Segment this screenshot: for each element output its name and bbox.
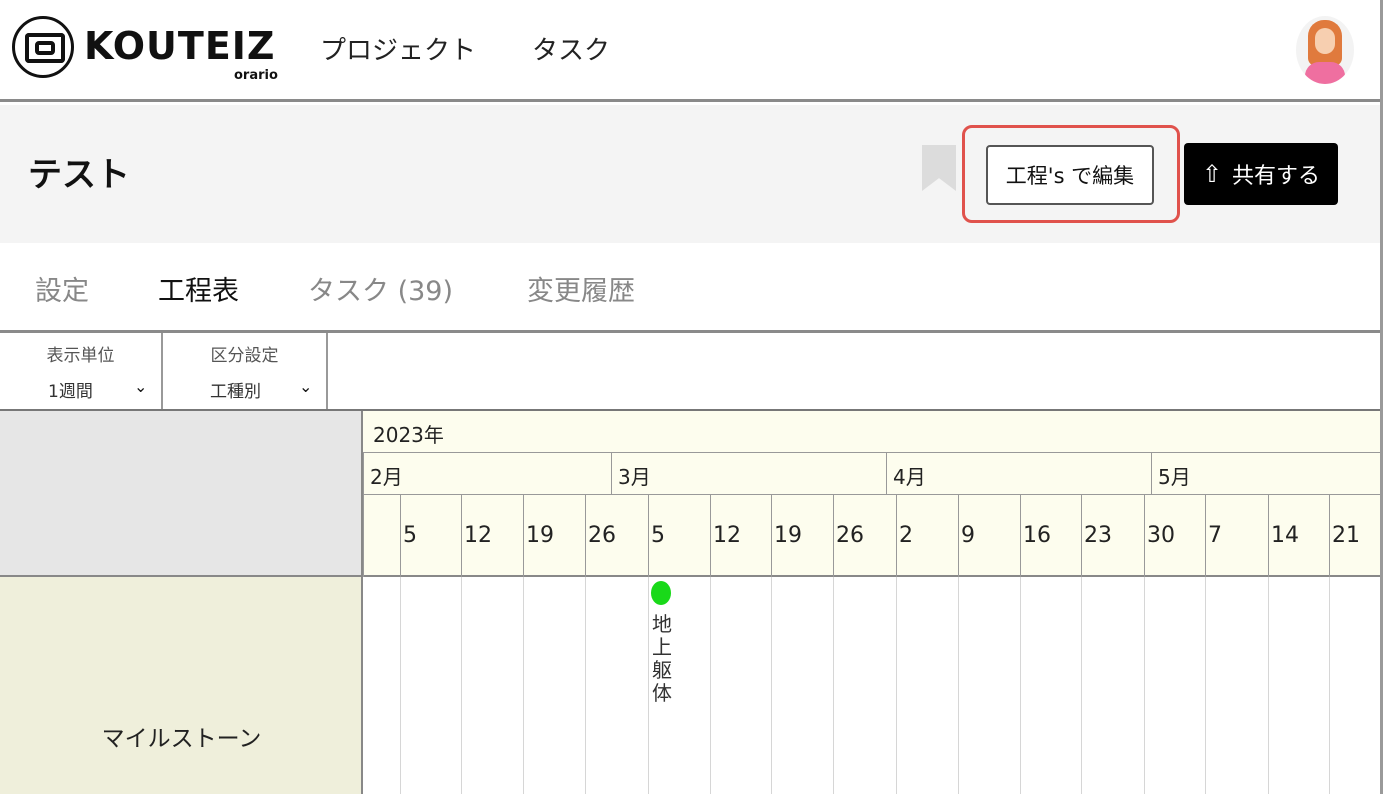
project-title-bar: テスト 工程's で編集 ⇧ 共有する xyxy=(0,105,1383,243)
milestone-marker[interactable] xyxy=(651,581,671,605)
tab-schedule[interactable]: 工程表 xyxy=(158,269,239,308)
week-cell: 2 xyxy=(896,495,958,577)
week-cell xyxy=(363,495,400,577)
week-label: 9 xyxy=(961,523,975,548)
grid-line xyxy=(1268,577,1269,794)
grid-line xyxy=(1205,577,1206,794)
grid-line xyxy=(400,577,401,794)
week-cell: 12 xyxy=(710,495,771,577)
logo-mark-icon xyxy=(12,16,74,78)
grid-line xyxy=(523,577,524,794)
bookmark-icon[interactable] xyxy=(922,145,956,191)
grid-line xyxy=(833,577,834,794)
category-setting-select[interactable]: 区分設定 工種別 ⌄ xyxy=(163,333,328,409)
kouteiz-logo[interactable]: KOUTEIZ orario xyxy=(12,16,282,88)
tab-tasks[interactable]: タスク (39) xyxy=(308,269,453,308)
grid-line xyxy=(1020,577,1021,794)
share-button-label: 共有する xyxy=(1232,164,1321,189)
edit-in-kouteis-button[interactable]: 工程's で編集 xyxy=(986,145,1154,205)
week-cell: 14 xyxy=(1268,495,1329,577)
month-cell: 5月 xyxy=(1151,453,1383,495)
month-cell: 3月 xyxy=(611,453,886,495)
week-label: 2 xyxy=(899,523,913,548)
gantt-timeline-header: 2023年 2月 3月 4月 5月 5 12 19 26 5 12 19 26 … xyxy=(363,411,1383,577)
week-label: 5 xyxy=(651,523,665,548)
category-setting-value: 工種別 xyxy=(210,382,261,402)
page-title: テスト xyxy=(28,155,130,195)
grid-line xyxy=(585,577,586,794)
week-label: 19 xyxy=(526,523,554,548)
display-unit-label: 表示単位 xyxy=(46,346,115,366)
week-cell: 26 xyxy=(585,495,648,577)
month-row: 2月 3月 4月 5月 xyxy=(363,453,1383,495)
grid-line xyxy=(461,577,462,794)
logo-text: KOUTEIZ xyxy=(84,24,276,68)
chevron-down-icon: ⌄ xyxy=(134,377,148,396)
week-label: 7 xyxy=(1208,523,1222,548)
row-header-milestone: マイルストーン xyxy=(0,577,363,794)
tab-settings[interactable]: 設定 xyxy=(35,269,89,308)
month-cell: 4月 xyxy=(886,453,1151,495)
project-tabs: 設定 工程表 タスク (39) 変更履歴 xyxy=(0,243,1383,333)
week-cell: 16 xyxy=(1020,495,1081,577)
week-cell: 19 xyxy=(771,495,833,577)
week-label: 12 xyxy=(713,523,741,548)
week-label: 21 xyxy=(1332,523,1360,548)
gantt-corner xyxy=(0,411,363,577)
week-label: 23 xyxy=(1084,523,1112,548)
week-label: 14 xyxy=(1271,523,1299,548)
week-cell: 12 xyxy=(461,495,523,577)
week-cell: 30 xyxy=(1144,495,1205,577)
nav-projects[interactable]: プロジェクト xyxy=(320,30,476,67)
month-label: 4月 xyxy=(893,465,926,489)
grid-line xyxy=(1329,577,1330,794)
tab-change-history[interactable]: 変更履歴 xyxy=(527,269,635,308)
nav-tasks[interactable]: タスク xyxy=(532,30,610,67)
chevron-down-icon: ⌄ xyxy=(299,377,313,396)
display-unit-value: 1週間 xyxy=(48,382,93,402)
share-button[interactable]: ⇧ 共有する xyxy=(1184,143,1338,205)
week-cell: 23 xyxy=(1081,495,1144,577)
week-cell: 5 xyxy=(648,495,710,577)
week-label: 16 xyxy=(1023,523,1051,548)
week-label: 30 xyxy=(1147,523,1175,548)
gantt-filters: 表示単位 1週間 ⌄ 区分設定 工種別 ⌄ xyxy=(0,333,1383,411)
grid-line xyxy=(958,577,959,794)
week-label: 5 xyxy=(403,523,417,548)
milestone-label: 地上躯体 xyxy=(652,612,672,705)
week-label: 12 xyxy=(464,523,492,548)
week-cell: 26 xyxy=(833,495,896,577)
row-label-milestone: マイルストーン xyxy=(101,726,262,752)
grid-line xyxy=(648,577,649,794)
week-row: 5 12 19 26 5 12 19 26 2 9 16 23 30 7 14 … xyxy=(363,495,1383,577)
logo-subtext: orario xyxy=(234,68,278,83)
year-row: 2023年 xyxy=(363,411,1383,453)
display-unit-select[interactable]: 表示単位 1週間 ⌄ xyxy=(0,333,163,409)
grid-line xyxy=(771,577,772,794)
week-label: 26 xyxy=(588,523,616,548)
week-cell: 21 xyxy=(1329,495,1383,577)
week-cell: 19 xyxy=(523,495,585,577)
month-label: 2月 xyxy=(370,465,403,489)
user-avatar[interactable] xyxy=(1296,16,1354,84)
grid-line xyxy=(1081,577,1082,794)
year-label: 2023年 xyxy=(373,423,444,447)
week-cell: 9 xyxy=(958,495,1020,577)
week-label: 19 xyxy=(774,523,802,548)
month-label: 5月 xyxy=(1158,465,1191,489)
top-navigation-bar: KOUTEIZ orario プロジェクト タスク xyxy=(0,0,1383,102)
share-icon: ⇧ xyxy=(1201,160,1223,188)
month-label: 3月 xyxy=(618,465,651,489)
month-cell: 2月 xyxy=(363,453,611,495)
grid-line xyxy=(710,577,711,794)
week-label: 26 xyxy=(836,523,864,548)
grid-line xyxy=(896,577,897,794)
week-cell: 7 xyxy=(1205,495,1268,577)
gantt-body: 地上躯体 xyxy=(363,577,1383,794)
category-setting-label: 区分設定 xyxy=(210,346,279,366)
week-cell: 5 xyxy=(400,495,461,577)
grid-line xyxy=(1144,577,1145,794)
